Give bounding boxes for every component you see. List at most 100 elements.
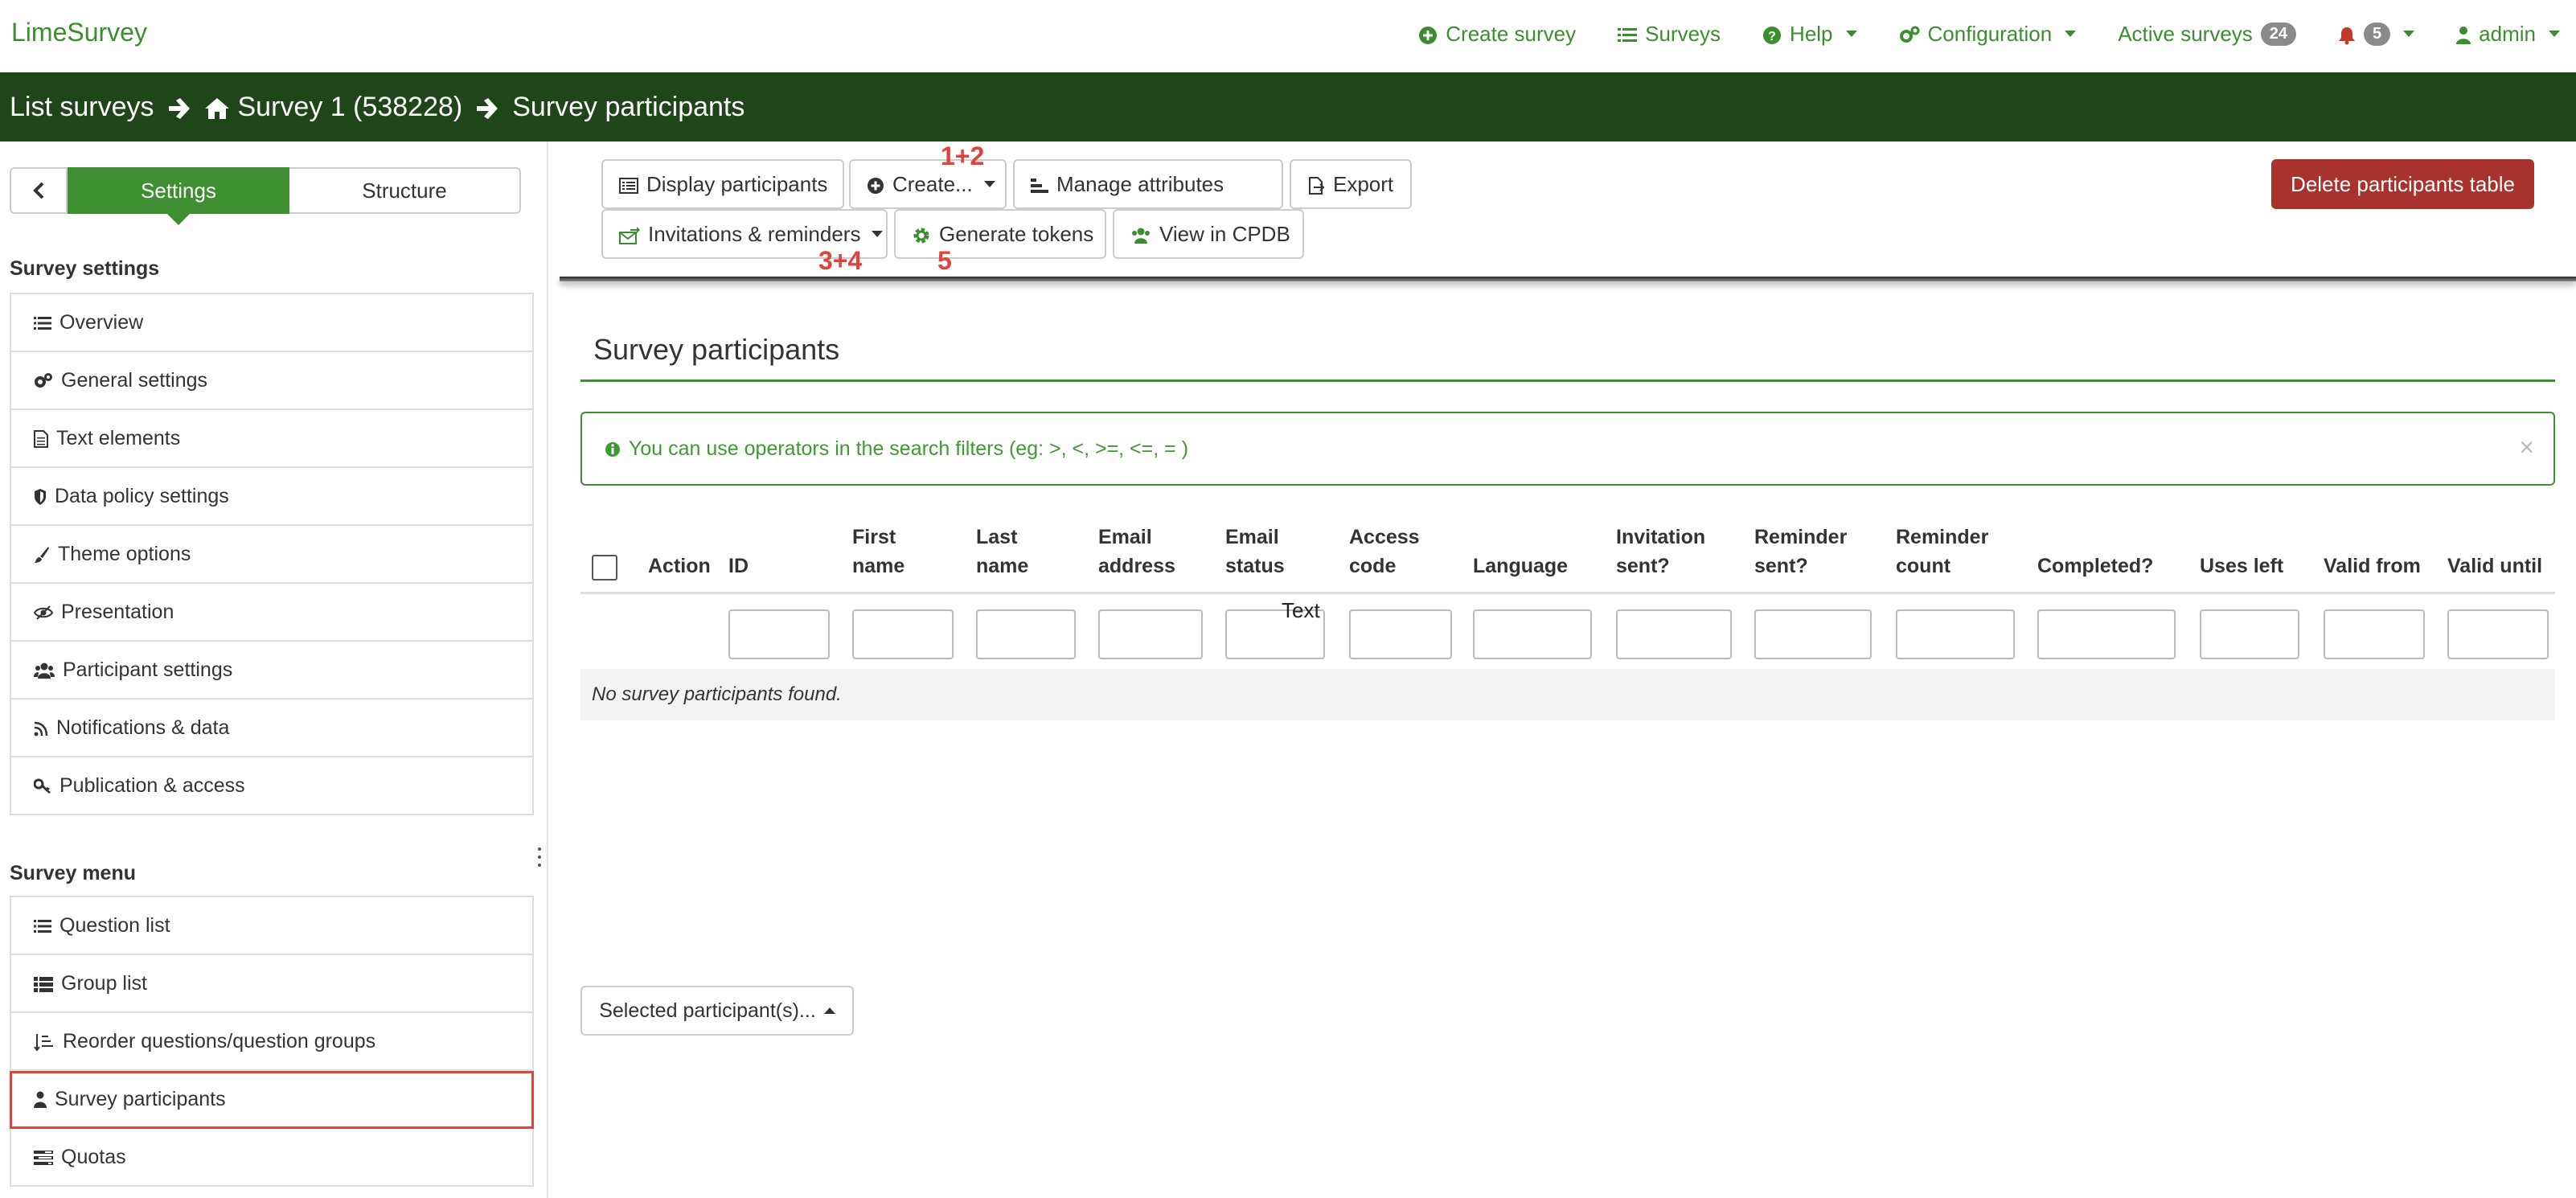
column-header-completed[interactable]: Completed? (2037, 552, 2153, 581)
survey-settings-heading: Survey settings (10, 257, 160, 280)
question-circle-icon: ? (1762, 22, 1782, 47)
filter-input-first-name[interactable] (852, 609, 954, 659)
sidebar-item-publication-access[interactable]: Publication & access (10, 757, 534, 815)
sidebar-item-question-list[interactable]: Question list (10, 897, 534, 955)
key-icon (34, 774, 51, 798)
surveys-label: Surveys (1645, 21, 1721, 46)
column-header-email-status[interactable]: Email status (1225, 523, 1285, 581)
survey-menu-list: Question list Group list Reorder questio… (10, 896, 534, 1187)
filter-row: Text (580, 592, 2555, 666)
chevron-down-icon (2549, 31, 2560, 37)
column-header-first-name[interactable]: First name (852, 523, 904, 581)
sidebar: Settings Structure Survey settings Overv… (0, 142, 548, 1198)
generate-tokens-button[interactable]: Generate tokens (894, 209, 1106, 259)
filter-input-language[interactable] (1473, 609, 1592, 659)
sidebar-tab-toggle: Settings Structure (10, 167, 521, 225)
sidebar-item-group-list[interactable]: Group list (10, 955, 534, 1013)
export-button[interactable]: Export (1290, 159, 1412, 209)
sidebar-item-reorder[interactable]: Reorder questions/question groups (10, 1013, 534, 1071)
sidebar-item-presentation[interactable]: Presentation (10, 584, 534, 642)
sidebar-resize-handle[interactable] (537, 847, 542, 867)
select-all-checkbox[interactable] (592, 555, 617, 581)
column-header-last-name[interactable]: Last name (976, 523, 1028, 581)
sidebar-item-participant-settings[interactable]: Participant settings (10, 642, 534, 700)
sidebar-item-label: Question list (59, 913, 170, 937)
active-surveys-count-badge: 24 (2260, 22, 2297, 46)
sidebar-item-survey-participants[interactable]: Survey participants (10, 1071, 534, 1129)
sidebar-item-general-settings[interactable]: General settings (10, 352, 534, 410)
sidebar-item-text-elements[interactable]: Text elements (10, 410, 534, 468)
manage-attributes-button[interactable]: Manage attributes (1013, 159, 1283, 209)
column-header-action[interactable]: Action (648, 552, 711, 581)
column-header-invitation-sent[interactable]: Invitation sent? (1616, 523, 1705, 581)
filter-input-valid-until[interactable] (2447, 609, 2549, 659)
breadcrumb-survey[interactable]: Survey 1 (538228) (238, 92, 463, 123)
filter-input-last-name[interactable] (976, 609, 1076, 659)
column-header-reminder-count[interactable]: Reminder count (1896, 523, 1988, 581)
configuration-menu[interactable]: Configuration (1899, 22, 2077, 47)
create-survey-link[interactable]: Create survey (1418, 22, 1576, 47)
column-header-access-code[interactable]: Access code (1349, 523, 1420, 581)
info-alert: You can use operators in the search filt… (580, 412, 2555, 486)
sidebar-item-label: Presentation (61, 600, 174, 623)
rss-icon (34, 716, 48, 740)
view-in-cpdb-button[interactable]: View in CPDB (1113, 209, 1304, 259)
user-icon (34, 1088, 47, 1111)
filter-input-reminder-count[interactable] (1896, 609, 2015, 659)
export-icon (1307, 172, 1325, 197)
active-surveys-label: Active surveys (2118, 21, 2253, 46)
breadcrumb-list-surveys[interactable]: List surveys (10, 92, 154, 123)
filter-input-id[interactable] (728, 609, 830, 659)
sidebar-item-label: Participant settings (63, 658, 233, 681)
create-survey-label: Create survey (1446, 21, 1577, 46)
users-icon (34, 658, 55, 682)
collapse-sidebar-button[interactable] (10, 167, 68, 214)
sidebar-item-data-policy[interactable]: Data policy settings (10, 468, 534, 526)
delete-participants-table-button[interactable]: Delete participants table (2271, 159, 2534, 209)
tab-settings[interactable]: Settings (68, 167, 289, 225)
filter-input-email-address[interactable] (1098, 609, 1203, 659)
sort-icon (34, 1030, 55, 1053)
column-header-reminder-sent[interactable]: Reminder sent? (1754, 523, 1847, 581)
annotation-invitations: 3+4 (818, 246, 863, 275)
column-header-id[interactable]: ID (728, 552, 749, 581)
notifications-count-badge: 5 (2364, 22, 2391, 46)
list-alt-icon (619, 172, 638, 197)
user-menu[interactable]: admin (2456, 22, 2560, 47)
participants-table-header: Action ID First name Last name Email addres… (580, 519, 2555, 594)
filter-input-completed[interactable] (2037, 609, 2176, 659)
help-menu[interactable]: ? Help (1762, 22, 1857, 47)
display-participants-button[interactable]: Display participants (601, 159, 844, 209)
list-icon (34, 914, 51, 937)
tab-structure[interactable]: Structure (289, 167, 521, 214)
column-header-email-address[interactable]: Email address (1098, 523, 1175, 581)
shield-icon (34, 485, 47, 508)
sidebar-item-notifications-data[interactable]: Notifications & data (10, 700, 534, 757)
filter-input-reminder-sent[interactable] (1754, 609, 1872, 659)
filter-input-valid-from[interactable] (2324, 609, 2425, 659)
surveys-link[interactable]: Surveys (1618, 22, 1721, 47)
filter-input-uses-left[interactable] (2200, 609, 2299, 659)
brand-logo[interactable]: LimeSurvey (11, 18, 147, 47)
column-header-language[interactable]: Language (1473, 552, 1568, 581)
create-label: Create... (892, 171, 973, 196)
list-icon (34, 311, 51, 334)
bell-icon (2338, 22, 2356, 47)
gears-icon (34, 369, 53, 392)
column-header-valid-until[interactable]: Valid until (2447, 552, 2542, 581)
close-icon[interactable]: × (2519, 434, 2534, 460)
filter-input-invitation-sent[interactable] (1616, 609, 1732, 659)
column-header-uses-left[interactable]: Uses left (2200, 552, 2283, 581)
column-header-valid-from[interactable]: Valid from (2324, 552, 2421, 581)
sidebar-item-quotas[interactable]: Quotas (10, 1129, 534, 1187)
active-surveys-link[interactable]: Active surveys 24 (2118, 21, 2297, 47)
notifications-menu[interactable]: 5 (2338, 22, 2415, 47)
title-underline (580, 380, 2555, 382)
sidebar-item-theme-options[interactable]: Theme options (10, 526, 534, 584)
display-participants-label: Display participants (646, 171, 828, 196)
filter-input-access-code[interactable] (1349, 609, 1452, 659)
sidebar-item-overview[interactable]: Overview (10, 294, 534, 352)
chevron-down-icon (2403, 31, 2415, 37)
sidebar-item-label: Data policy settings (55, 484, 229, 507)
selected-participants-dropdown[interactable]: Selected participant(s)... (580, 986, 854, 1036)
